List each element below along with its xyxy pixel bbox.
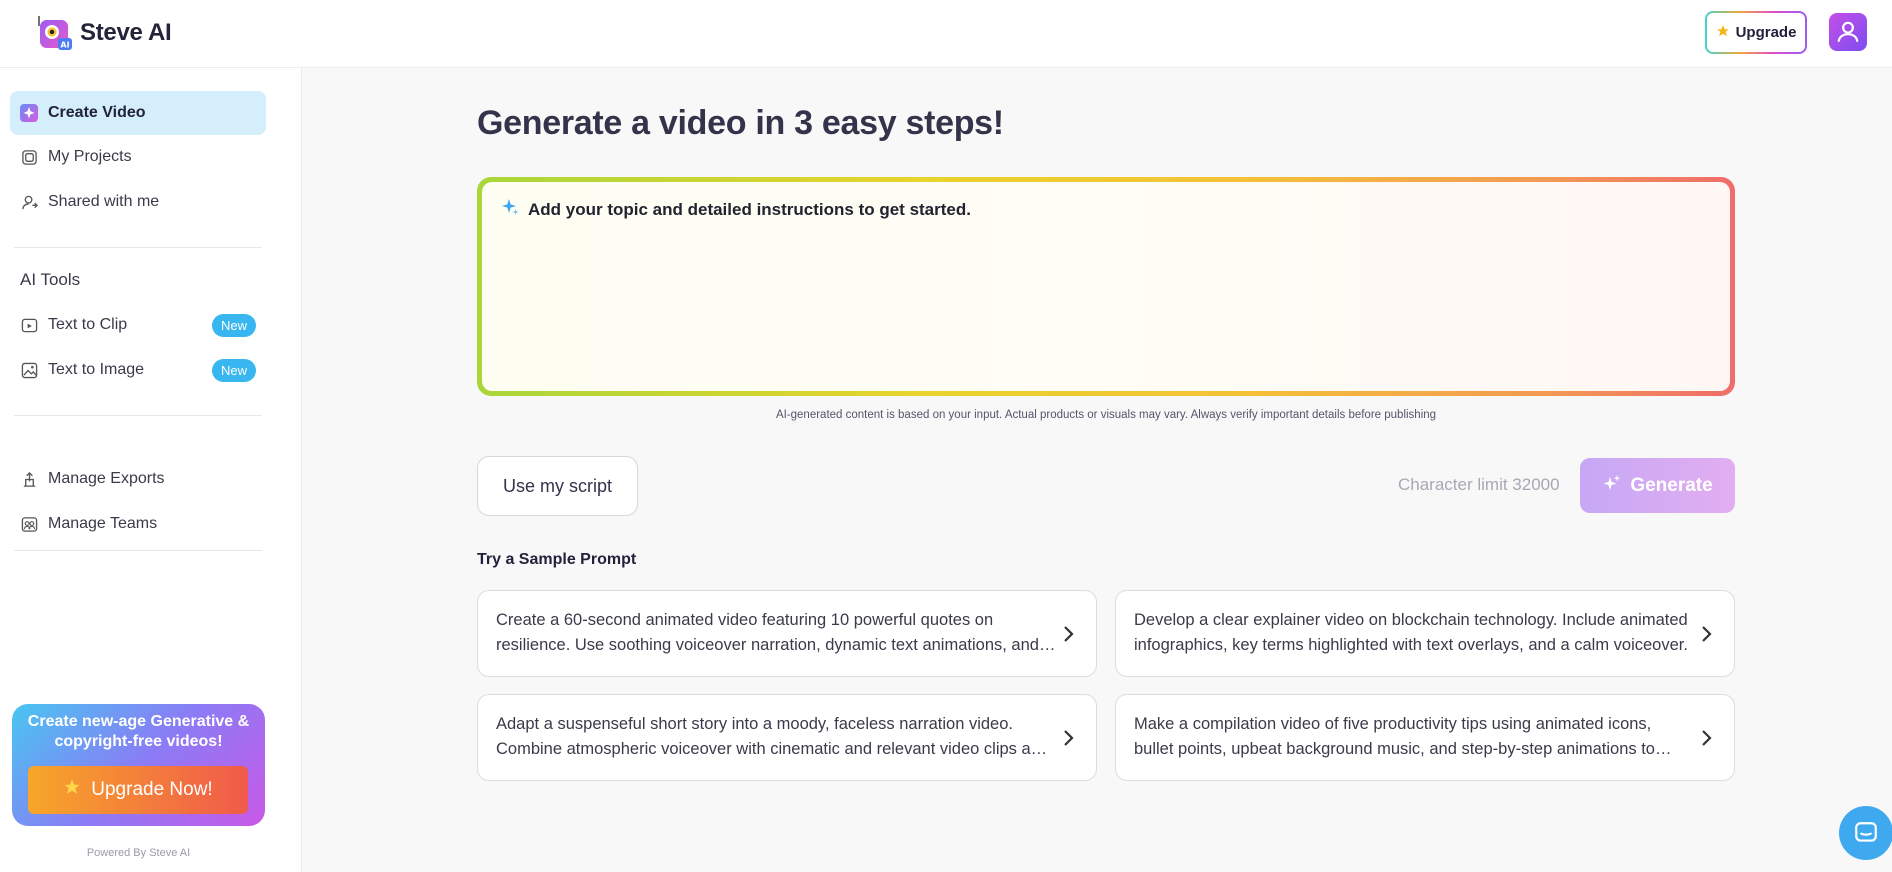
clip-icon [20,316,38,334]
sidebar-item-label: Manage Teams [48,515,158,532]
chevron-right-icon [1064,730,1074,746]
sparkle-square-icon [20,104,38,122]
powered-by-text: Powered By Steve AI [86,847,191,859]
upgrade-now-label: Upgrade Now! [91,779,213,800]
sidebar-item-label: Manage Exports [48,470,165,487]
steve-ai-logo-icon: AI [36,14,74,52]
prompt-input-frame: Add your topic and detailed instructions… [477,177,1735,396]
star-icon [63,778,81,802]
ai-disclaimer: AI-generated content is based on your in… [775,409,1437,421]
sample-prompt-card[interactable]: Create a 60-second animated video featur… [477,590,1097,677]
sparkle-icon [1602,473,1622,499]
prompt-placeholder: Add your topic and detailed instructions… [500,197,971,222]
brand-name: Steve AI [80,19,172,46]
support-chat-button[interactable] [1839,806,1892,860]
prompt-placeholder-text: Add your topic and detailed instructions… [528,199,971,219]
character-limit: Character limit 32000 [1398,475,1560,494]
sidebar-item-label: Create Video [48,104,146,121]
generate-label: Generate [1630,474,1713,496]
sample-prompt-card[interactable]: Adapt a suspenseful short story into a m… [477,694,1097,781]
sample-prompt-heading: Try a Sample Prompt [477,551,637,568]
sidebar-item-manage-teams[interactable]: Manage Teams [10,502,266,546]
generate-button[interactable]: Generate [1580,458,1735,513]
sidebar-item-manage-exports[interactable]: Manage Exports [10,457,266,501]
shared-user-icon [20,193,38,211]
sample-prompt-card[interactable]: Develop a clear explainer video on block… [1115,590,1735,677]
image-icon [20,361,38,379]
sidebar-item-my-projects[interactable]: My Projects [10,135,266,179]
sample-prompt-text: Adapt a suspenseful short story into a m… [496,715,1050,758]
chat-icon [1855,822,1877,842]
chevron-right-icon [1064,626,1074,642]
sidebar-item-text-to-clip[interactable]: Text to Clip New [10,303,266,347]
sparkle-icon [500,197,520,222]
page-title: Generate a video in 3 easy steps! [477,104,1004,142]
projects-icon [20,148,38,166]
chevron-right-icon [1702,626,1712,642]
upgrade-promo-card: Create new-age Generative & copyright-fr… [12,704,265,826]
ai-tools-heading: AI Tools [20,270,81,289]
sample-prompt-text: Develop a clear explainer video on block… [1134,611,1688,654]
sidebar-item-label: Shared with me [48,193,160,210]
exports-icon [20,470,38,488]
sidebar-item-label: Text to Image [48,361,145,378]
upgrade-now-button[interactable]: Upgrade Now! [28,766,248,814]
sample-prompt-text: Create a 60-second animated video featur… [496,611,1039,654]
star-icon [1716,24,1730,42]
sidebar: Create Video My Projects Shared with me … [0,68,302,872]
sidebar-item-text-to-image[interactable]: Text to Image New [10,348,266,392]
use-my-script-button[interactable]: Use my script [477,456,638,516]
svg-text:AI: AI [60,41,69,50]
sidebar-item-shared-with-me[interactable]: Shared with me [10,180,266,224]
promo-text: Create new-age Generative & copyright-fr… [27,713,250,750]
sample-prompt-text: Make a compilation video of five product… [1134,715,1655,758]
upgrade-label: Upgrade [1735,24,1797,41]
new-badge: New [211,313,256,337]
sidebar-divider [14,415,262,416]
sidebar-divider [14,247,262,248]
sidebar-divider [14,550,262,551]
chevron-right-icon [1702,730,1712,746]
brand-logo[interactable]: AI Steve AI [36,14,172,52]
prompt-input[interactable]: Add your topic and detailed instructions… [482,182,1730,391]
user-avatar[interactable] [1829,13,1867,51]
user-icon [1837,21,1859,42]
sidebar-item-create-video[interactable]: Create Video [10,91,266,135]
new-badge: New [211,358,256,382]
upgrade-button[interactable]: Upgrade [1705,11,1807,54]
sample-prompt-card[interactable]: Make a compilation video of five product… [1115,694,1735,781]
top-bar: AI Steve AI Upgrade [0,0,1892,68]
sidebar-item-label: Text to Clip [48,316,128,333]
sidebar-item-label: My Projects [48,148,132,165]
teams-icon [20,515,38,533]
